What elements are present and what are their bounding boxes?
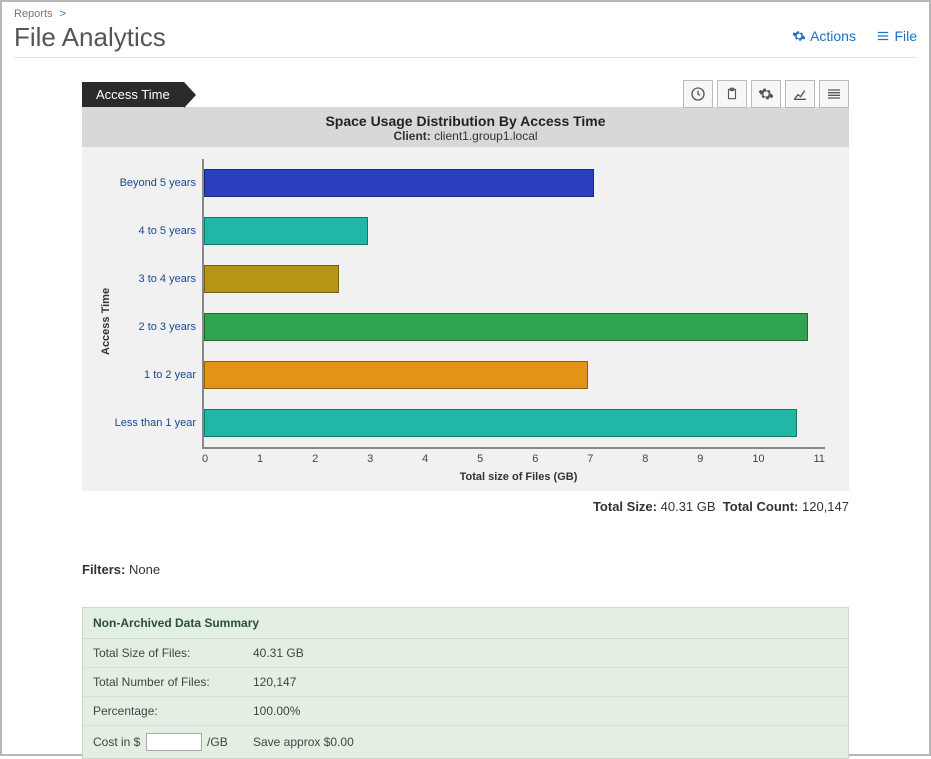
category-label: 4 to 5 years [104,225,196,237]
bar-row: Beyond 5 years [204,159,825,207]
bar[interactable] [204,313,808,341]
x-tick: 7 [587,453,593,465]
category-label: Beyond 5 years [104,177,196,189]
x-ticks: 0 1 2 3 4 5 6 7 8 9 10 11 [202,453,825,465]
summary-card: Non-Archived Data Summary Total Size of … [82,607,849,759]
list-view-button[interactable] [819,80,849,108]
ribbon-access-time: Access Time [82,82,184,107]
bars-icon [826,86,842,102]
x-tick: 4 [422,453,428,465]
plot-area: Access Time Beyond 5 years4 to 5 years3 … [82,147,849,491]
x-tick: 1 [257,453,263,465]
chart-subtitle: Client: client1.group1.local [82,129,849,143]
summary-row-total-size: Total Size of Files: 40.31 GB [83,639,848,668]
x-tick: 9 [697,453,703,465]
x-tick: 2 [312,453,318,465]
title-row: File Analytics Actions File [14,22,917,58]
clock-icon [690,86,706,102]
plot: Beyond 5 years4 to 5 years3 to 4 years2 … [112,159,835,483]
bar[interactable] [204,361,588,389]
chart-type-button[interactable] [785,80,815,108]
bar[interactable] [204,265,339,293]
x-tick: 3 [367,453,373,465]
chart-header: Space Usage Distribution By Access Time … [82,107,849,147]
bars-container: Beyond 5 years4 to 5 years3 to 4 years2 … [202,159,825,449]
category-label: 1 to 2 year [104,369,196,381]
x-tick: 10 [752,453,764,465]
bar-row: 4 to 5 years [204,207,825,255]
x-tick: 0 [202,453,208,465]
summary-row-percentage: Percentage: 100.00% [83,697,848,726]
chart-title: Space Usage Distribution By Access Time [82,113,849,129]
bar[interactable] [204,169,594,197]
settings-icon [758,86,774,102]
cost-input[interactable] [146,733,202,751]
bar-row: Less than 1 year [204,399,825,447]
x-tick: 8 [642,453,648,465]
history-button[interactable] [683,80,713,108]
action-links: Actions File [776,28,917,48]
bar[interactable] [204,409,797,437]
x-tick: 6 [532,453,538,465]
bar[interactable] [204,217,368,245]
breadcrumb-root[interactable]: Reports [14,8,53,20]
chart-toolbar [679,80,849,108]
summary-row-total-num: Total Number of Files: 120,147 [83,668,848,697]
filters-row: Filters: None [82,562,849,577]
bar-row: 3 to 4 years [204,255,825,303]
gear-icon [792,29,806,43]
page-title: File Analytics [14,22,776,53]
category-label: Less than 1 year [104,417,196,429]
category-label: 3 to 4 years [104,273,196,285]
chart-icon [792,86,808,102]
chart-card: Access Time Space Usage Distribution By … [82,82,849,491]
clipboard-button[interactable] [717,80,747,108]
x-tick: 5 [477,453,483,465]
summary-header: Non-Archived Data Summary [83,608,848,639]
breadcrumb-sep: > [60,8,66,20]
actions-link[interactable]: Actions [792,28,856,44]
breadcrumb: Reports > [14,8,917,20]
clipboard-icon [725,86,739,102]
bar-row: 2 to 3 years [204,303,825,351]
category-label: 2 to 3 years [104,321,196,333]
file-link[interactable]: File [876,28,917,44]
totals-row: Total Size: 40.31 GB Total Count: 120,14… [14,499,849,514]
x-axis-label: Total size of Files (GB) [202,471,835,483]
x-tick: 11 [813,453,824,465]
bar-row: 1 to 2 year [204,351,825,399]
settings-button[interactable] [751,80,781,108]
menu-icon [876,29,890,43]
summary-row-cost: Cost in $ /GB Save approx $0.00 [83,726,848,758]
